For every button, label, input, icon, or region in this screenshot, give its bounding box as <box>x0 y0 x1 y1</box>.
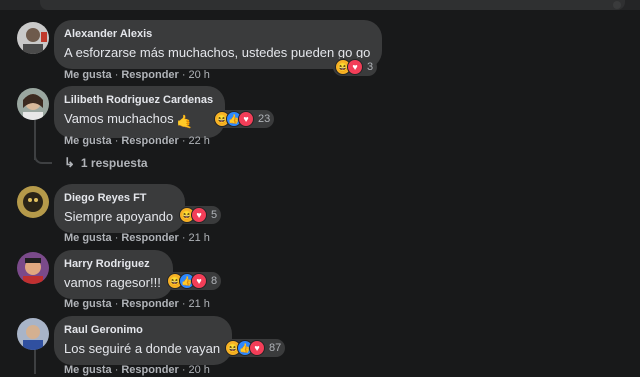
comment-author[interactable]: Diego Reyes FT <box>64 191 173 205</box>
comment-actions: Me gusta · Responder · 20 h <box>64 68 210 82</box>
comment-author[interactable]: Harry Rodriguez <box>64 257 161 271</box>
avatar[interactable] <box>17 186 49 218</box>
top-bar <box>0 0 640 10</box>
separator: · <box>181 69 186 81</box>
comment-bubble: Diego Reyes FT Siempre apoyando <box>54 184 186 233</box>
reaction-summary[interactable]: 😆 ♥ 5 <box>177 206 222 224</box>
reply-link[interactable]: Responder <box>121 135 178 147</box>
avatar[interactable] <box>17 88 49 120</box>
reply-link[interactable]: Responder <box>121 364 178 376</box>
comment-author[interactable]: Lilibeth Rodriguez Cardenas <box>64 93 213 107</box>
separator: · <box>114 135 119 147</box>
comment-actions: Me gusta · Responder · 21 h <box>64 231 210 245</box>
comment-text: vamos ragesor!!! <box>64 275 161 290</box>
separator: · <box>114 69 119 81</box>
love-reaction-icon: ♥ <box>347 59 363 75</box>
separator: · <box>114 364 119 376</box>
separator: · <box>181 232 186 244</box>
comment-author[interactable]: Alexander Alexis <box>64 27 370 41</box>
replies-count: 1 respuesta <box>80 156 148 170</box>
comment-bubble: Raul Geronimo Los seguiré a donde vayan <box>54 316 233 365</box>
comment-actions: Me gusta · Responder · 21 h <box>64 297 210 311</box>
separator: · <box>181 298 186 310</box>
reaction-count: 3 <box>367 61 374 73</box>
comment-bubble: Harry Rodriguez vamos ragesor!!! <box>54 250 173 299</box>
separator: · <box>114 232 119 244</box>
comment-time[interactable]: 21 h <box>189 232 210 244</box>
comment-bubble: Lilibeth Rodriguez Cardenas Vamos muchac… <box>54 86 226 138</box>
separator: · <box>181 135 186 147</box>
separator: · <box>114 298 119 310</box>
reply-link[interactable]: Responder <box>121 232 178 244</box>
reply-arrow-icon: ↳ <box>64 155 75 170</box>
comment-text: Vamos muchachos 🤙 <box>64 110 213 130</box>
avatar[interactable] <box>17 22 49 54</box>
scroll-indicator <box>613 1 621 9</box>
separator: · <box>181 364 186 376</box>
comment-actions: Me gusta · Responder · 20 h <box>64 363 210 377</box>
love-reaction-icon: ♥ <box>249 340 265 356</box>
love-reaction-icon: ♥ <box>191 207 207 223</box>
comment-actions: Me gusta · Responder · 22 h <box>64 134 210 148</box>
avatar[interactable] <box>17 318 49 350</box>
comment-text: Los seguiré a donde vayan <box>64 341 221 356</box>
reaction-summary[interactable]: 😆 ♥ 3 <box>333 58 378 76</box>
like-link[interactable]: Me gusta <box>64 232 112 244</box>
like-link[interactable]: Me gusta <box>64 364 112 376</box>
like-link[interactable]: Me gusta <box>64 135 112 147</box>
reaction-count: 8 <box>211 275 218 287</box>
thread-elbow <box>34 152 52 164</box>
reaction-summary[interactable]: 😆 👍 ♥ 23 <box>212 110 275 128</box>
reaction-summary[interactable]: 😆 👍 ♥ 87 <box>223 339 286 357</box>
avatar[interactable] <box>17 252 49 284</box>
comment-text: A esforzarse más muchachos, ustedes pued… <box>64 45 371 60</box>
like-link[interactable]: Me gusta <box>64 298 112 310</box>
comment-text: Siempre apoyando <box>64 209 174 224</box>
comment-author[interactable]: Raul Geronimo <box>64 323 220 337</box>
previous-comment-edge <box>40 0 625 10</box>
reaction-summary[interactable]: 😆 👍 ♥ 8 <box>165 272 222 290</box>
like-link[interactable]: Me gusta <box>64 69 112 81</box>
love-reaction-icon: ♥ <box>191 273 207 289</box>
view-replies-link[interactable]: ↳ 1 respuesta <box>64 155 148 171</box>
reaction-count: 87 <box>269 342 282 354</box>
thread-line <box>34 350 36 374</box>
reply-link[interactable]: Responder <box>121 298 178 310</box>
comment-time[interactable]: 20 h <box>189 69 210 81</box>
call-me-hand-icon: 🤙 <box>176 114 193 129</box>
reaction-count: 5 <box>211 209 218 221</box>
reaction-count: 23 <box>258 113 271 125</box>
comment-text-content: Vamos muchachos <box>64 111 174 126</box>
comment-time[interactable]: 21 h <box>189 298 210 310</box>
reply-link[interactable]: Responder <box>121 69 178 81</box>
love-reaction-icon: ♥ <box>238 111 254 127</box>
comment-time[interactable]: 22 h <box>189 135 210 147</box>
comment-time[interactable]: 20 h <box>189 364 210 376</box>
